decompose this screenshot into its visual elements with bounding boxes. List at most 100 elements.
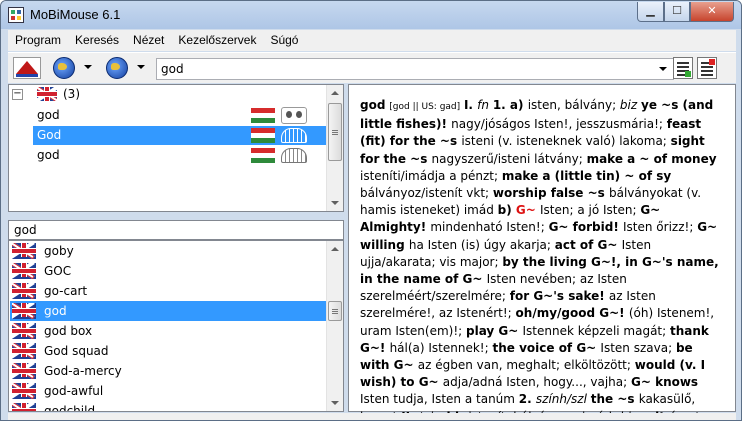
entry-segment: nagyszerű/isteni látvány; xyxy=(431,151,587,166)
tree-row[interactable]: god xyxy=(33,146,327,165)
scroll-down-icon[interactable] xyxy=(331,401,339,405)
entry-text: god [god || US: gad] I. fn 1. a) isten, … xyxy=(360,98,724,420)
tree-row[interactable]: God xyxy=(33,126,327,145)
scroll-thumb[interactable] xyxy=(328,301,342,321)
hungary-flag-icon xyxy=(251,148,275,163)
minimize-button[interactable]: ▁ xyxy=(637,2,664,22)
search-input[interactable] xyxy=(9,221,343,239)
chevron-down-icon[interactable] xyxy=(659,67,667,71)
scroll-down-icon[interactable] xyxy=(331,201,339,205)
tree-row[interactable]: god xyxy=(33,106,327,125)
scroll-up-icon[interactable] xyxy=(331,91,339,95)
list-item-label: go-cart xyxy=(44,284,88,298)
search-combo[interactable]: god xyxy=(156,58,674,80)
list-item-label: god-awful xyxy=(44,384,104,398)
list-item[interactable]: GOC xyxy=(10,261,326,281)
uk-flag-icon xyxy=(12,343,36,359)
entry-segment: the voice of G~ xyxy=(492,340,601,355)
entry-segment: ha Isten (is) úgy akarja; xyxy=(408,237,555,252)
entry-segment: make a (little tin) ~ of sy xyxy=(501,168,672,183)
list-item[interactable]: God-a-mercy xyxy=(10,361,326,381)
uk-flag-icon xyxy=(12,303,36,319)
entry-segment: worship false ~s xyxy=(492,186,609,201)
faces-icon xyxy=(281,107,307,124)
tree-row-label: God xyxy=(37,128,62,142)
title-bar[interactable]: MoBiMouse 6.1 ▁ ☐ ✕ xyxy=(1,1,741,29)
chevron-down-icon[interactable] xyxy=(137,65,145,69)
entry-segment: szính/szl xyxy=(535,392,591,407)
word-list[interactable]: goby GOC go-cart god god box God squad G… xyxy=(8,240,344,412)
entry-segment: isteníti/imádja a pénzt; xyxy=(360,168,502,183)
menu-help[interactable]: Súgó xyxy=(263,30,305,50)
list-item[interactable]: godchild xyxy=(10,401,326,412)
entry-segment: hál(a) Istennek!; xyxy=(389,340,493,355)
entry-segment: mindenható Isten!; xyxy=(430,220,549,235)
building-icon xyxy=(281,148,307,163)
dictionary-entry-pane: god [god || US: gad] I. fn 1. a) isten, … xyxy=(348,84,736,420)
entry-body: I. fn 1. a) isten, bálvány; biz ye ~s (a… xyxy=(360,98,724,420)
entry-segment: nagy/jóságos Isten!, jesszusmária!; xyxy=(451,117,667,132)
uk-flag-icon xyxy=(12,283,36,299)
entry-segment: az égben van, meghalt; elköltözött; xyxy=(417,358,635,373)
list-item[interactable]: god-awful xyxy=(10,381,326,401)
menu-view[interactable]: Nézet xyxy=(126,30,171,50)
dictionary-settings-icon[interactable] xyxy=(697,57,717,79)
list-item[interactable]: god box xyxy=(10,321,326,341)
collapse-icon[interactable]: − xyxy=(12,89,23,100)
search-combo-value: god xyxy=(161,62,184,76)
menu-controls[interactable]: Kezelőszervek xyxy=(171,30,263,50)
results-tree[interactable]: − (3) god God god xyxy=(8,84,344,212)
entry-segment: biz xyxy=(619,98,641,112)
chevron-down-icon[interactable] xyxy=(84,65,92,69)
uk-flag-icon xyxy=(12,243,36,259)
uk-flag-icon xyxy=(12,323,36,339)
menu-program[interactable]: Program xyxy=(8,30,68,50)
uk-flag-icon xyxy=(12,383,36,399)
entry-segment: Isten tudja, Isten a tanúm xyxy=(360,392,519,407)
main-window: MoBiMouse 6.1 ▁ ☐ ✕ Program Keresés Nézet K… xyxy=(0,0,742,421)
globe-icon[interactable] xyxy=(53,57,75,79)
entry-segment: I. xyxy=(463,98,478,112)
list-scrollbar[interactable] xyxy=(326,241,343,411)
hungary-flag-icon xyxy=(251,128,275,143)
entry-segment: fn xyxy=(477,98,493,112)
tree-row-label: god xyxy=(37,148,60,162)
list-item[interactable]: goby xyxy=(10,241,326,261)
entry-segment: oh/my/good G~! xyxy=(515,306,629,321)
entry-segment: Isten; a jó Isten; xyxy=(539,203,641,218)
maximize-button[interactable]: ☐ xyxy=(664,2,690,22)
uk-flag-icon xyxy=(37,87,57,101)
dictionary-list-icon[interactable] xyxy=(673,57,693,79)
scroll-up-icon[interactable] xyxy=(331,247,339,251)
globe-icon[interactable] xyxy=(106,57,128,79)
entry-segment: 2. xyxy=(518,392,536,407)
status-bar xyxy=(8,413,736,420)
list-item-label: godchild xyxy=(44,404,96,412)
tree-scrollbar[interactable] xyxy=(326,85,343,211)
entry-segment: the ~s xyxy=(590,392,639,407)
entry-segment: make a ~ of money xyxy=(586,151,717,166)
menu-search[interactable]: Keresés xyxy=(68,30,126,50)
entry-segment: Isten szava; xyxy=(600,340,676,355)
tree-root[interactable]: (3) xyxy=(37,87,80,101)
scroll-thumb[interactable] xyxy=(328,103,342,161)
app-icon[interactable] xyxy=(8,7,24,23)
entry-segment: bálványoz/istenít vkt; xyxy=(360,186,493,201)
tree-row-label: god xyxy=(37,108,60,122)
list-item[interactable]: God squad xyxy=(10,341,326,361)
list-item-label: God squad xyxy=(44,344,109,358)
list-item-label: god xyxy=(44,304,67,318)
list-item[interactable]: god xyxy=(10,301,326,321)
building-icon xyxy=(281,128,307,143)
entry-segment: G~ knows xyxy=(631,375,699,390)
morphologic-logo-icon[interactable] xyxy=(13,57,41,79)
list-item[interactable]: go-cart xyxy=(10,281,326,301)
list-item-label: god box xyxy=(44,324,93,338)
window-title: MoBiMouse 6.1 xyxy=(30,7,121,22)
list-item-label: goby xyxy=(44,244,74,258)
entry-segment: Isten őrizz!; xyxy=(623,220,698,235)
entry-segment: isteni (v. isteneknek való) lakoma; xyxy=(461,134,671,149)
entry-pronunciation: [god || US: gad] xyxy=(389,102,461,112)
close-button[interactable]: ✕ xyxy=(690,2,734,22)
search-input-box[interactable] xyxy=(8,220,344,240)
